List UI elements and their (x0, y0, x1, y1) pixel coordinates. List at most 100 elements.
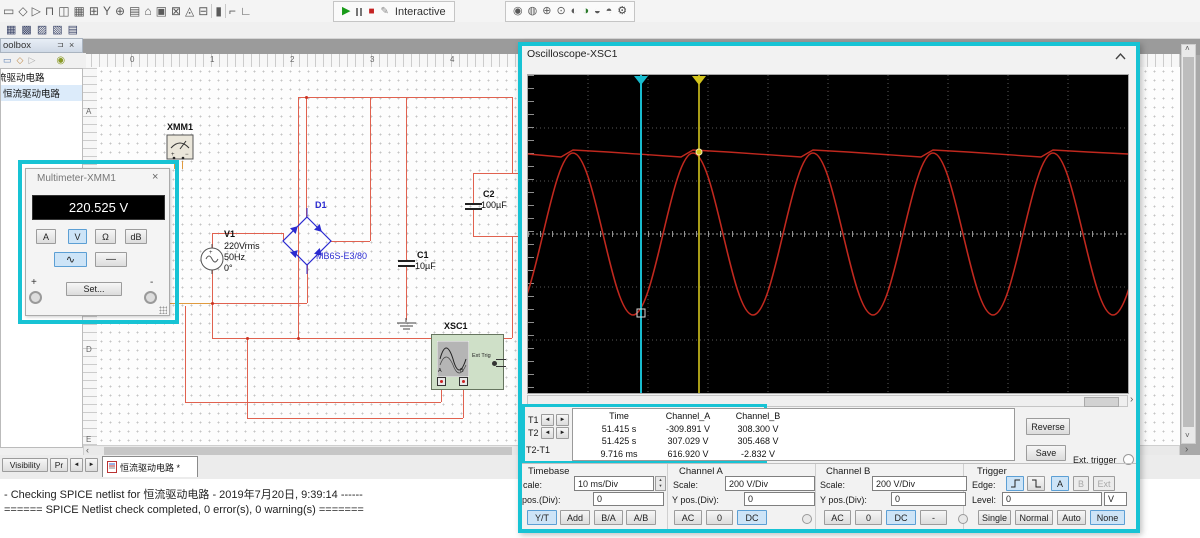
interactive-dropdown[interactable]: Interactive (395, 6, 446, 18)
wire[interactable] (212, 303, 307, 304)
t2-left-button[interactable]: ◄ (541, 427, 554, 439)
multimeter-db-button[interactable]: dB (125, 229, 147, 244)
trigger-level-unit[interactable]: V (1104, 492, 1127, 506)
xsc1-symbol[interactable]: Ext Trig A B (431, 334, 506, 390)
toolbar-icon-14[interactable]: ◬ (185, 5, 194, 17)
wire[interactable] (406, 266, 407, 320)
cursor-t1-handle[interactable] (634, 76, 648, 85)
probe-icon-3[interactable]: ⊕ (542, 6, 551, 17)
trigger-level-input[interactable]: 0 (1002, 492, 1102, 506)
toolbar-icon-12[interactable]: ▣ (156, 5, 167, 17)
toolbox-tree-item[interactable]: 流驱动电路 (1, 69, 82, 85)
probe-icon-1[interactable]: ◉ (513, 6, 523, 17)
trigger-normal-button[interactable]: Normal (1015, 510, 1053, 525)
trigger-none-button[interactable]: None (1090, 510, 1125, 525)
toolbar-icon-7[interactable]: ⊞ (89, 5, 99, 17)
wire[interactable] (512, 236, 513, 338)
wire[interactable] (473, 173, 474, 204)
multimeter-ohms-button[interactable]: Ω (95, 229, 116, 244)
probe-icon-2[interactable]: ◍ (528, 6, 538, 17)
tab-scroll-left[interactable]: ◄ (70, 458, 83, 472)
wire[interactable] (306, 97, 307, 217)
multimeter-close-icon[interactable]: × (152, 171, 158, 183)
toolbar-icon-18[interactable]: ∟ (240, 5, 252, 17)
timebase-scale-input[interactable]: 10 ms/Div (574, 476, 654, 491)
pause-button[interactable] (356, 7, 363, 16)
probe-icon-8[interactable]: ◓ (606, 6, 613, 17)
toolbox-tree-item[interactable]: 恒流驱动电路 (1, 85, 82, 101)
wire[interactable] (512, 97, 513, 173)
t1-right-button[interactable]: ► (556, 414, 569, 426)
channel-b-ypos-input[interactable]: 0 (891, 492, 966, 506)
scroll-right-arrow[interactable]: › (1185, 444, 1188, 455)
multimeter-ac-button[interactable]: ∿ (54, 252, 87, 267)
scroll-up-arrow[interactable]: ˄ (1185, 44, 1190, 53)
t2-right-button[interactable]: ► (556, 427, 569, 439)
reverse-button[interactable]: Reverse (1026, 418, 1070, 435)
pr-tab[interactable]: Pr (50, 458, 68, 472)
save-button[interactable]: Save (1026, 445, 1066, 461)
multimeter-set-button[interactable]: Set... (66, 282, 122, 296)
channel-a-dc-button[interactable]: DC (737, 510, 767, 525)
channel-b-ac-button[interactable]: AC (824, 510, 851, 525)
scroll-down-arrow[interactable]: ˅ (1185, 431, 1190, 440)
wire[interactable] (298, 97, 512, 98)
toolbar-icon-4[interactable]: ⊓ (45, 5, 54, 17)
trigger-falling-edge-button[interactable] (1027, 476, 1045, 491)
wire[interactable] (473, 173, 520, 174)
graph-icon-1[interactable]: ▦ (6, 24, 16, 36)
trigger-auto-button[interactable]: Auto (1057, 510, 1086, 525)
channel-a-ac-button[interactable]: AC (674, 510, 702, 525)
scroll-thumb[interactable] (1183, 57, 1194, 427)
scope-scroll-right-arrow[interactable]: › (1130, 394, 1133, 405)
graph-icon-2[interactable]: ▩ (21, 24, 31, 36)
ground-symbol[interactable] (396, 318, 417, 333)
toolbar-icon-16[interactable]: ▮ (215, 5, 222, 17)
toolbar-icon-17[interactable]: ⌐ (229, 5, 236, 17)
wire[interactable] (247, 338, 248, 418)
wire[interactable] (406, 97, 407, 261)
toolbar-icon-8[interactable]: Y (103, 5, 111, 17)
wire[interactable] (370, 97, 371, 241)
wire-orange[interactable] (182, 161, 183, 169)
trigger-ext-button[interactable]: Ext (1093, 476, 1115, 491)
graph-icon-5[interactable]: ▤ (68, 24, 78, 36)
toolbar-icon-10[interactable]: ▤ (129, 5, 140, 17)
xmm1-symbol[interactable]: + − (166, 134, 196, 162)
t1-left-button[interactable]: ◄ (541, 414, 554, 426)
channel-b-dc-button[interactable]: DC (886, 510, 916, 525)
toolbar-icon-5[interactable]: ◫ (58, 5, 69, 17)
toolbar-icon-2[interactable]: ◇ (18, 5, 27, 17)
channel-b-scale-input[interactable]: 200 V/Div (872, 476, 967, 491)
wire[interactable] (473, 209, 474, 236)
toolbox-pin-button[interactable]: ⊐ (57, 40, 64, 49)
ba-button[interactable]: B/A (594, 510, 623, 525)
toolbox-save-icon[interactable]: ▷ (28, 56, 35, 65)
probe-icon-5[interactable]: ◐ (571, 6, 578, 17)
toolbar-icon-3[interactable]: ▷ (32, 5, 41, 17)
toolbar-icon-13[interactable]: ⊠ (171, 5, 181, 17)
multimeter-window[interactable]: Multimeter-XMM1 × 220.525 V A V Ω dB ∿ —… (25, 168, 170, 316)
oscilloscope-window[interactable]: Oscilloscope-XSC1 › T1 ◄ ► T2 ◄ ► T2-T1 … (452, 42, 1174, 533)
collapse-chevron-icon[interactable] (1114, 52, 1127, 61)
channel-a-radio[interactable] (802, 514, 812, 524)
wire[interactable] (185, 306, 186, 402)
toolbar-icon-11[interactable]: ⌂ (144, 5, 151, 17)
resize-grip[interactable] (159, 306, 167, 314)
graph-icon-4[interactable]: ▧ (52, 24, 62, 36)
multimeter-terminal-minus[interactable] (144, 291, 157, 304)
yt-button[interactable]: Y/T (527, 510, 557, 525)
probe-icon-6[interactable]: ◑ (582, 6, 589, 17)
probe-icon-7[interactable]: ◒ (594, 6, 601, 17)
sheet-tab[interactable]: 恒流驱动电路 * (102, 456, 198, 477)
channel-a-scale-input[interactable]: 200 V/Div (725, 476, 815, 491)
scope-scroll-thumb[interactable] (1084, 397, 1119, 407)
wire[interactable] (185, 402, 441, 403)
workspace-vscrollbar[interactable]: ˄ ˅ (1181, 44, 1196, 444)
gear-icon[interactable]: ⚙ (617, 6, 627, 17)
graph-icon-3[interactable]: ▨ (37, 24, 47, 36)
channel-b-0-button[interactable]: 0 (855, 510, 882, 525)
channel-a-ypos-input[interactable]: 0 (744, 492, 815, 506)
add-button[interactable]: Add (560, 510, 590, 525)
tab-scroll-right[interactable]: ► (85, 458, 98, 472)
